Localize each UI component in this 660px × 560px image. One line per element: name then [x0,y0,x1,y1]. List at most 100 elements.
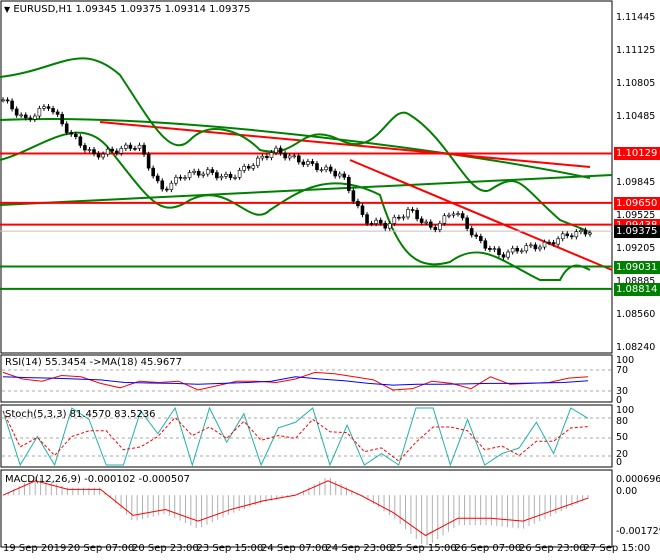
candle [155,175,160,182]
green-ma-line [0,118,591,179]
candle [478,236,483,242]
candle [424,221,428,224]
candle [237,170,242,178]
candle [196,170,201,176]
candle [469,228,474,236]
candle [137,144,142,149]
candle [87,149,92,151]
candle [506,251,510,258]
candle [337,173,342,177]
candle [124,144,128,149]
stoch-axis-80: 80 [616,416,629,427]
candle [497,248,501,255]
candle [306,161,310,165]
candle [374,219,378,224]
candle [483,240,488,249]
price-axis-tick: 1.08240 [616,341,656,353]
candle [169,182,174,190]
candle [165,188,169,191]
candle [278,147,283,154]
candle [287,155,292,159]
candle [60,114,64,125]
candle [228,173,233,178]
candle [419,218,424,223]
macd-axis-min: -0.001729 [616,526,660,537]
candle [397,216,401,219]
candle [219,176,224,179]
candle [19,114,24,117]
candle [442,215,447,224]
level-tag: 1.09031 [614,260,660,274]
candle [283,152,287,159]
candle [265,155,269,158]
candle [569,235,574,238]
collapse-arrow-icon[interactable]: ▼ [4,5,10,14]
candle [415,209,419,220]
candle [492,248,497,250]
candle [328,166,333,172]
price-series [1,97,592,260]
candle [292,155,297,158]
candle [201,173,206,176]
candle [456,213,460,215]
candle [274,147,278,153]
price-axis-tick: 1.10485 [616,110,656,122]
stoch-axis-50: 50 [616,432,629,443]
main-chart-frame [0,0,613,354]
candle [579,229,583,232]
candle [224,173,228,177]
candle [438,222,442,230]
stoch-axis-0: 0 [616,457,623,468]
candle [42,106,46,109]
candle [78,136,83,146]
candle [315,163,319,171]
candle [369,223,374,225]
candle [192,170,196,173]
candle [319,169,324,172]
level-tag: 1.09650 [614,196,660,210]
candle [37,108,42,117]
macd-label: MACD(12,26,9) -0.000102 -0.000507 [5,474,190,485]
candle [301,161,306,165]
candle [187,172,192,178]
price-axis-tick: 1.10805 [616,77,656,89]
candle [574,231,579,238]
candle [410,209,415,211]
candle [510,247,515,253]
level-tag: 1.08814 [614,282,660,296]
candle [92,149,96,154]
level-tag: 1.10129 [614,147,660,161]
rsi-label: RSI(14) 55.3454 ->MA(18) 45.9677 [5,357,182,368]
candle [360,205,365,215]
price-axis-tick: 1.09845 [616,176,656,188]
candle [14,108,19,116]
time-axis-label: 27 Sep 15:00 [583,543,651,554]
candle [583,229,588,235]
candle [151,167,155,177]
trading-chart-window[interactable]: ▼ EURUSD,H1 1.09345 1.09375 1.09314 1.09… [0,0,660,560]
candle [401,216,406,219]
time-axis-label: 24 Sep 23:00 [325,543,393,554]
candle [538,246,542,250]
candle [114,150,119,154]
candle [33,115,37,120]
candle [51,108,55,113]
macd-signal-line [2,480,589,537]
candle [69,132,74,135]
candle [74,133,78,138]
time-axis-label: 20 Sep 07:00 [67,543,135,554]
candle [64,123,69,133]
candle [556,238,560,245]
candle [233,177,237,179]
candle [178,176,183,179]
time-axis-label: 25 Sep 15:00 [390,543,457,554]
candle [515,247,519,252]
candle [428,221,433,228]
candle [101,153,105,158]
candle [23,114,28,119]
candle [588,232,592,235]
price-axis-tick: 1.11125 [616,44,656,56]
candle [378,219,383,224]
candle [160,180,165,190]
candle [215,172,219,179]
